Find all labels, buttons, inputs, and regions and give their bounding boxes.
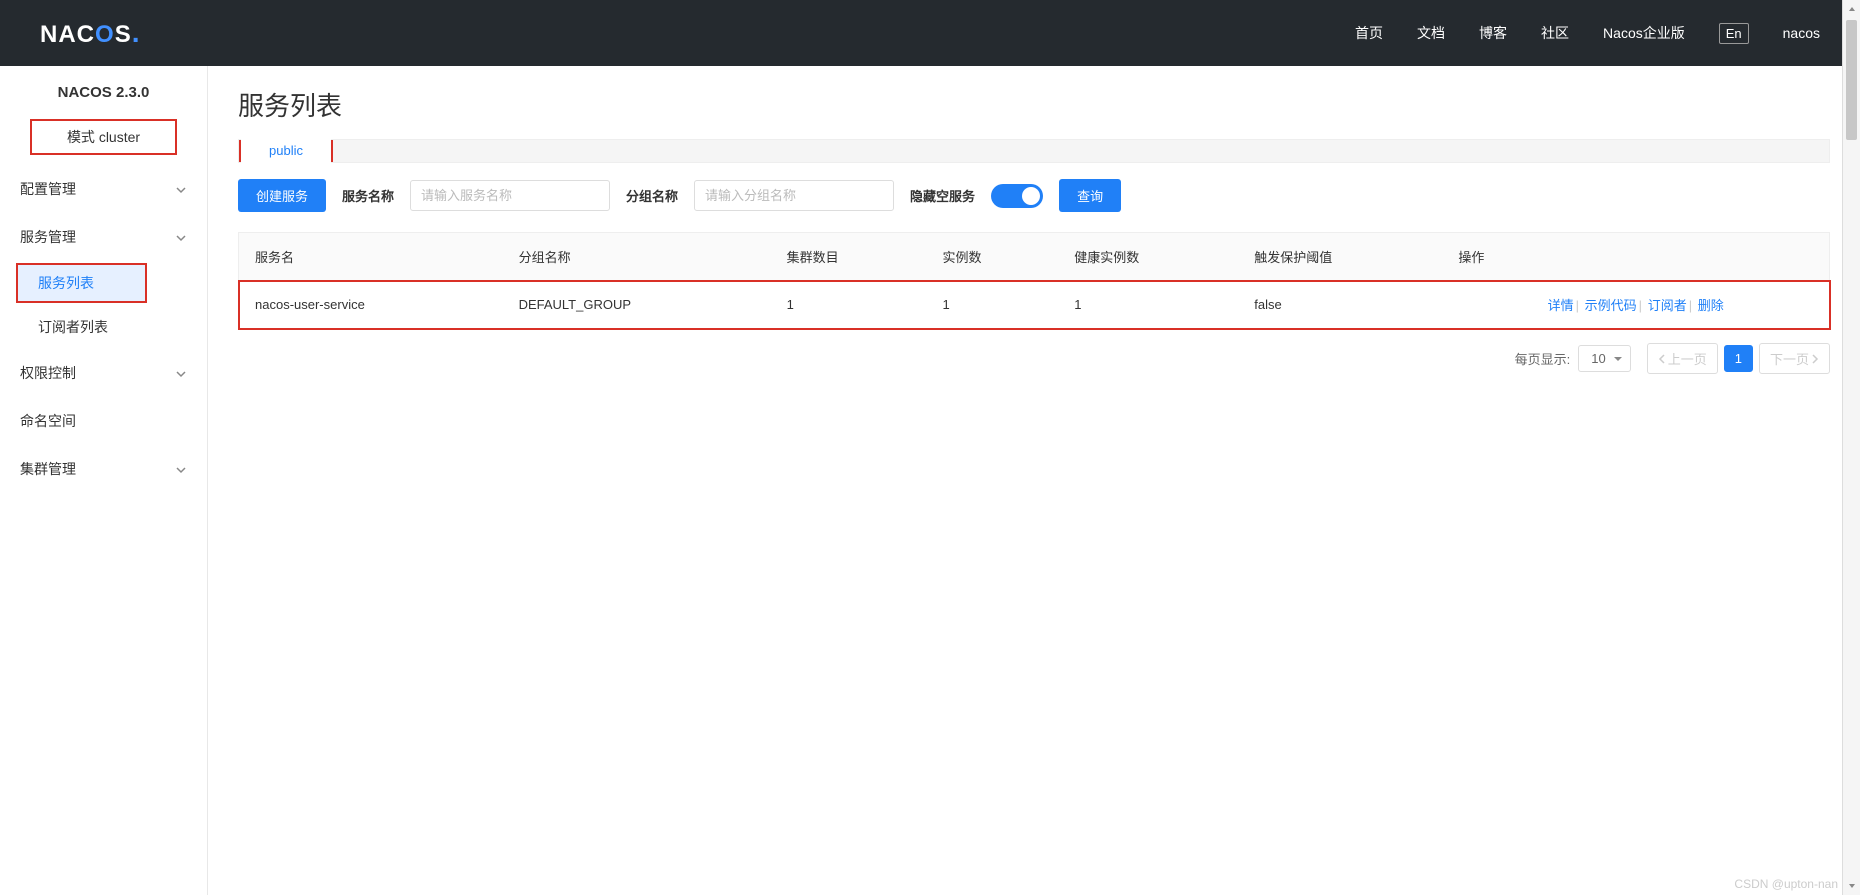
chevron-down-icon xyxy=(175,367,187,379)
logo[interactable]: NACOS. xyxy=(40,17,139,49)
cell-group: DEFAULT_GROUP xyxy=(503,281,771,329)
menu-service[interactable]: 服务管理 xyxy=(0,213,207,261)
table-row: nacos-user-service DEFAULT_GROUP 1 1 1 f… xyxy=(239,281,1830,329)
chevron-right-icon xyxy=(1811,354,1819,364)
mode-indicator: 模式 cluster xyxy=(30,119,177,155)
nav: 首页 文档 博客 社区 Nacos企业版 En nacos xyxy=(1355,23,1820,44)
nav-docs[interactable]: 文档 xyxy=(1417,23,1445,43)
th-instances: 实例数 xyxy=(926,233,1058,281)
action-subscriber[interactable]: 订阅者 xyxy=(1648,298,1687,313)
cell-threshold: false xyxy=(1238,281,1442,329)
user-name[interactable]: nacos xyxy=(1783,25,1820,41)
watermark: CSDN @upton-nan xyxy=(1734,877,1838,891)
nav-enterprise[interactable]: Nacos企业版 xyxy=(1603,23,1685,43)
action-sample-code[interactable]: 示例代码 xyxy=(1585,298,1637,313)
service-name-input[interactable] xyxy=(410,180,610,211)
per-page-label: 每页显示: xyxy=(1515,349,1571,368)
tab-public-highlight: public xyxy=(239,140,333,162)
query-button[interactable]: 查询 xyxy=(1059,179,1121,212)
th-healthy: 健康实例数 xyxy=(1058,233,1238,281)
pagination: 每页显示: 10 上一页 1 下一页 xyxy=(238,343,1830,374)
namespace-tabs: public xyxy=(238,139,1830,163)
toolbar: 创建服务 服务名称 分组名称 隐藏空服务 查询 xyxy=(238,179,1830,212)
menu-cluster[interactable]: 集群管理 xyxy=(0,445,207,493)
menu-label: 服务管理 xyxy=(20,227,76,247)
main-content: 服务列表 public 创建服务 服务名称 分组名称 隐藏空服务 查询 服务名 … xyxy=(208,66,1860,895)
menu-label: 权限控制 xyxy=(20,363,76,383)
nav-community[interactable]: 社区 xyxy=(1541,23,1569,43)
th-group: 分组名称 xyxy=(503,233,771,281)
scrollbar[interactable] xyxy=(1842,0,1860,895)
cell-instances: 1 xyxy=(926,281,1058,329)
lang-toggle[interactable]: En xyxy=(1719,23,1749,44)
cell-clusters: 1 xyxy=(771,281,927,329)
next-page-button[interactable]: 下一页 xyxy=(1759,343,1830,374)
cell-actions: 详情| 示例代码| 订阅者| 删除 xyxy=(1442,281,1829,329)
chevron-down-icon xyxy=(175,183,187,195)
page-title: 服务列表 xyxy=(238,86,1830,123)
menu-label: 命名空间 xyxy=(20,411,76,431)
th-clusters: 集群数目 xyxy=(771,233,927,281)
create-service-button[interactable]: 创建服务 xyxy=(238,179,326,212)
nav-home[interactable]: 首页 xyxy=(1355,23,1383,43)
chevron-down-icon xyxy=(175,463,187,475)
service-name-label: 服务名称 xyxy=(342,186,394,205)
hide-empty-switch[interactable] xyxy=(991,184,1043,208)
scroll-up-icon[interactable] xyxy=(1843,0,1860,18)
chevron-left-icon xyxy=(1658,354,1666,364)
group-name-input[interactable] xyxy=(694,180,894,211)
submenu-subscriber-list[interactable]: 订阅者列表 xyxy=(0,305,207,349)
cell-service: nacos-user-service xyxy=(239,281,503,329)
page-1-button[interactable]: 1 xyxy=(1724,345,1753,372)
per-page-select[interactable]: 10 xyxy=(1578,345,1630,372)
scroll-thumb[interactable] xyxy=(1846,20,1857,140)
th-actions: 操作 xyxy=(1442,233,1829,281)
prev-page-button[interactable]: 上一页 xyxy=(1647,343,1718,374)
scroll-track[interactable] xyxy=(1843,18,1860,877)
th-threshold: 触发保护阈值 xyxy=(1238,233,1442,281)
menu-label: 配置管理 xyxy=(20,179,76,199)
sidebar: NACOS 2.3.0 模式 cluster 配置管理 服务管理 服务列表 订阅… xyxy=(0,66,208,895)
action-delete[interactable]: 删除 xyxy=(1698,298,1724,313)
menu-config[interactable]: 配置管理 xyxy=(0,165,207,213)
menu-namespace[interactable]: 命名空间 xyxy=(0,397,207,445)
tab-public[interactable]: public xyxy=(241,135,331,166)
nav-blog[interactable]: 博客 xyxy=(1479,23,1507,43)
sidebar-title: NACOS 2.3.0 xyxy=(0,66,207,115)
cell-healthy: 1 xyxy=(1058,281,1238,329)
hide-empty-label: 隐藏空服务 xyxy=(910,186,975,205)
menu-label: 集群管理 xyxy=(20,459,76,479)
scroll-down-icon[interactable] xyxy=(1843,877,1860,895)
group-name-label: 分组名称 xyxy=(626,186,678,205)
submenu-service-list[interactable]: 服务列表 xyxy=(16,263,147,303)
chevron-down-icon xyxy=(175,231,187,243)
th-service: 服务名 xyxy=(239,233,503,281)
header: NACOS. 首页 文档 博客 社区 Nacos企业版 En nacos xyxy=(0,0,1860,66)
service-table: 服务名 分组名称 集群数目 实例数 健康实例数 触发保护阈值 操作 nacos-… xyxy=(238,232,1830,329)
action-detail[interactable]: 详情 xyxy=(1548,298,1574,313)
menu-auth[interactable]: 权限控制 xyxy=(0,349,207,397)
